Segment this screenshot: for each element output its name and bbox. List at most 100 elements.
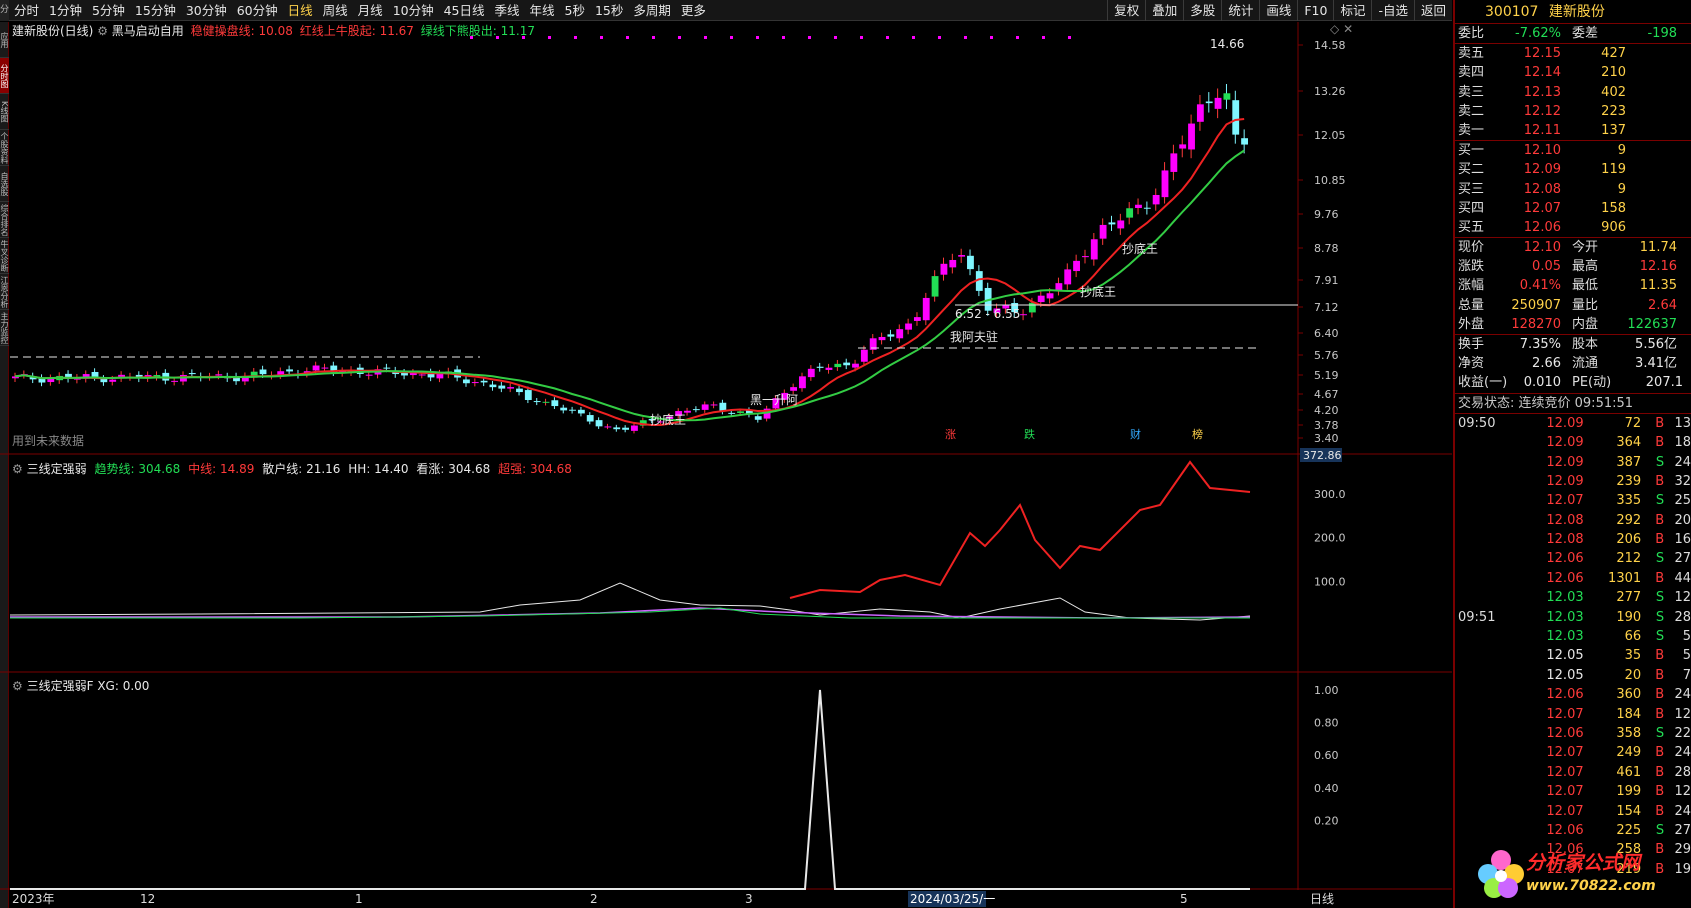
p2-k1: 中线 — [188, 462, 213, 476]
p2-v4: 304.68 — [448, 462, 491, 476]
formula-name[interactable]: 黑马启动自用 — [112, 24, 184, 38]
tick-volume: 1301 — [1608, 570, 1642, 586]
tick-time — [1455, 588, 1526, 607]
tick-row: 12.05 35 B 5 — [1455, 646, 1691, 665]
tick-count: 18 — [1674, 435, 1691, 451]
signal-dot — [808, 36, 811, 39]
quote-panel: 300107 建新股份 委比 -7.62% 委差 -198 卖五 12.15 427… — [1453, 0, 1691, 908]
bids-label: 买二 — [1458, 162, 1485, 178]
p2-v2: 21.16 — [306, 462, 341, 476]
gear-icon[interactable]: ⚙ — [12, 679, 23, 693]
tick-row: 12.08 206 B 16 — [1455, 530, 1691, 549]
x-axis-label: 2024/03/25/一 — [910, 892, 995, 906]
tick-count: 5 — [1682, 629, 1691, 645]
tick-price: 12.09 — [1546, 415, 1584, 431]
candle-body — [1046, 293, 1054, 299]
bids-price: 12.10 — [1523, 143, 1561, 159]
stock-name: 建新股份 — [1548, 4, 1605, 20]
signal-dot — [990, 36, 993, 39]
bids-row-0: 买一 12.10 9 — [1455, 141, 1691, 160]
stat-value: 0.41% — [1519, 278, 1561, 294]
pane2-tick-label: 100.0 — [1314, 575, 1346, 588]
tick-count: 28 — [1674, 609, 1691, 625]
gear-icon[interactable]: ⚙ — [12, 462, 23, 476]
tick-row: 12.06 1301 B 44 — [1455, 569, 1691, 588]
tick-volume: 277 — [1616, 590, 1642, 606]
chart-canvas[interactable]: 14.58 13.26 12.05 10.85 9.76 8.78 7.91 7.12 6.40… — [0, 0, 1452, 908]
asks-volume: 223 — [1601, 103, 1626, 119]
candle-body — [1205, 101, 1213, 104]
tick-time — [1455, 802, 1526, 821]
tick-row: 12.06 212 S 27 — [1455, 549, 1691, 568]
tick-side: B — [1655, 745, 1665, 761]
bids-volume: 9 — [1617, 181, 1626, 197]
stat-value: 250907 — [1511, 297, 1561, 313]
stat2-value: 2.66 — [1532, 356, 1561, 372]
tick-price: 12.06 — [1546, 570, 1584, 586]
signal-dot — [600, 36, 603, 39]
stock-title: 建新股份(日线) — [12, 24, 94, 38]
tick-volume: 358 — [1616, 726, 1642, 741]
asks-row-3: 卖二 12.12 223 — [1455, 102, 1691, 121]
candle-body — [1055, 283, 1063, 291]
ind1-value: 10.08 — [258, 24, 293, 38]
asks-label: 卖三 — [1458, 84, 1485, 100]
pane3-name[interactable]: 三线定强弱F — [27, 679, 94, 693]
stat-value: 0.05 — [1532, 259, 1561, 275]
stat-value2: 122637 — [1627, 316, 1677, 332]
tick-side: B — [1655, 803, 1665, 819]
candle-body — [1037, 295, 1045, 303]
asks-label: 卖五 — [1458, 46, 1485, 62]
tick-side: S — [1655, 590, 1665, 606]
tick-side: S — [1655, 551, 1665, 567]
candle-body — [940, 263, 948, 275]
stat-value2: 12.16 — [1639, 259, 1677, 275]
tick-side: B — [1655, 687, 1665, 703]
stat-label2: 量比 — [1572, 297, 1599, 313]
tick-price: 12.09 — [1546, 435, 1584, 451]
gear-icon[interactable]: ⚙ — [97, 24, 108, 38]
tick-volume: 225 — [1616, 822, 1642, 838]
tick-count: 44 — [1674, 570, 1691, 586]
bids-label: 买四 — [1458, 200, 1485, 216]
candle-body — [958, 255, 966, 257]
candle-body — [692, 409, 700, 411]
candle-body — [1214, 97, 1222, 109]
bids-price: 12.06 — [1523, 219, 1561, 235]
bids-volume: 9 — [1617, 143, 1626, 159]
main-header: 建新股份(日线) ⚙ 黑马启动自用 稳健操盘线: 10.08 红线上牛股起: 1… — [12, 24, 535, 38]
price-pane: 14.58 13.26 12.05 10.85 9.76 8.78 7.91 7.12 6.40… — [10, 36, 1346, 445]
tick-side: S — [1655, 493, 1665, 509]
candle-body — [1090, 239, 1098, 260]
x-axis-label: 5 — [1180, 892, 1188, 906]
candle-body — [418, 374, 426, 376]
tick-time — [1455, 763, 1526, 782]
stock-software-window: { "toolbar":{ "left_tab":"分", "periods":… — [0, 0, 1691, 908]
price-tick-label: 8.78 — [1314, 242, 1339, 255]
tick-list[interactable]: 09:50 12.09 72 B 13 12.09 364 B 18 12.09 387 S 24 12.… — [1455, 414, 1691, 879]
pane2-name[interactable]: 三线定强弱 — [27, 462, 87, 476]
bids-row-2: 买三 12.08 9 — [1455, 180, 1691, 199]
close-icon[interactable]: ✕ — [1343, 22, 1353, 36]
diamond-icon[interactable]: ◇ — [1330, 22, 1339, 36]
stat2-value2: 3.41亿 — [1635, 356, 1677, 372]
tick-row: 12.06 360 B 24 — [1455, 685, 1691, 704]
signal-dot — [730, 36, 733, 39]
signal-dot — [548, 36, 551, 39]
asks-price: 12.14 — [1523, 65, 1561, 81]
candle-body — [896, 329, 904, 339]
pane2-header: ⚙ 三线定强弱 趋势线: 304.68 中线: 14.89 散户线: 21.16… — [12, 462, 572, 476]
candle-body — [843, 362, 851, 366]
stat2-label: 收益(一) — [1458, 375, 1508, 391]
ma-red-line — [14, 117, 1245, 426]
weibi-label: 委比 — [1458, 26, 1485, 41]
share-stats: 换手 7.35% 股本 5.56亿 净资 2.66 流通 3.41亿 收益(一) 0.010 PE(… — [1455, 335, 1691, 393]
candle-body — [1223, 93, 1231, 100]
signal-dot — [1068, 36, 1071, 39]
trading-status: 交易状态: 连续竞价 09:51:51 — [1458, 395, 1634, 411]
tick-time — [1455, 433, 1526, 452]
price-tick-label: 13.26 — [1314, 85, 1346, 98]
candle-body — [480, 380, 488, 383]
candle-body — [286, 369, 293, 372]
candle-body — [913, 317, 921, 321]
